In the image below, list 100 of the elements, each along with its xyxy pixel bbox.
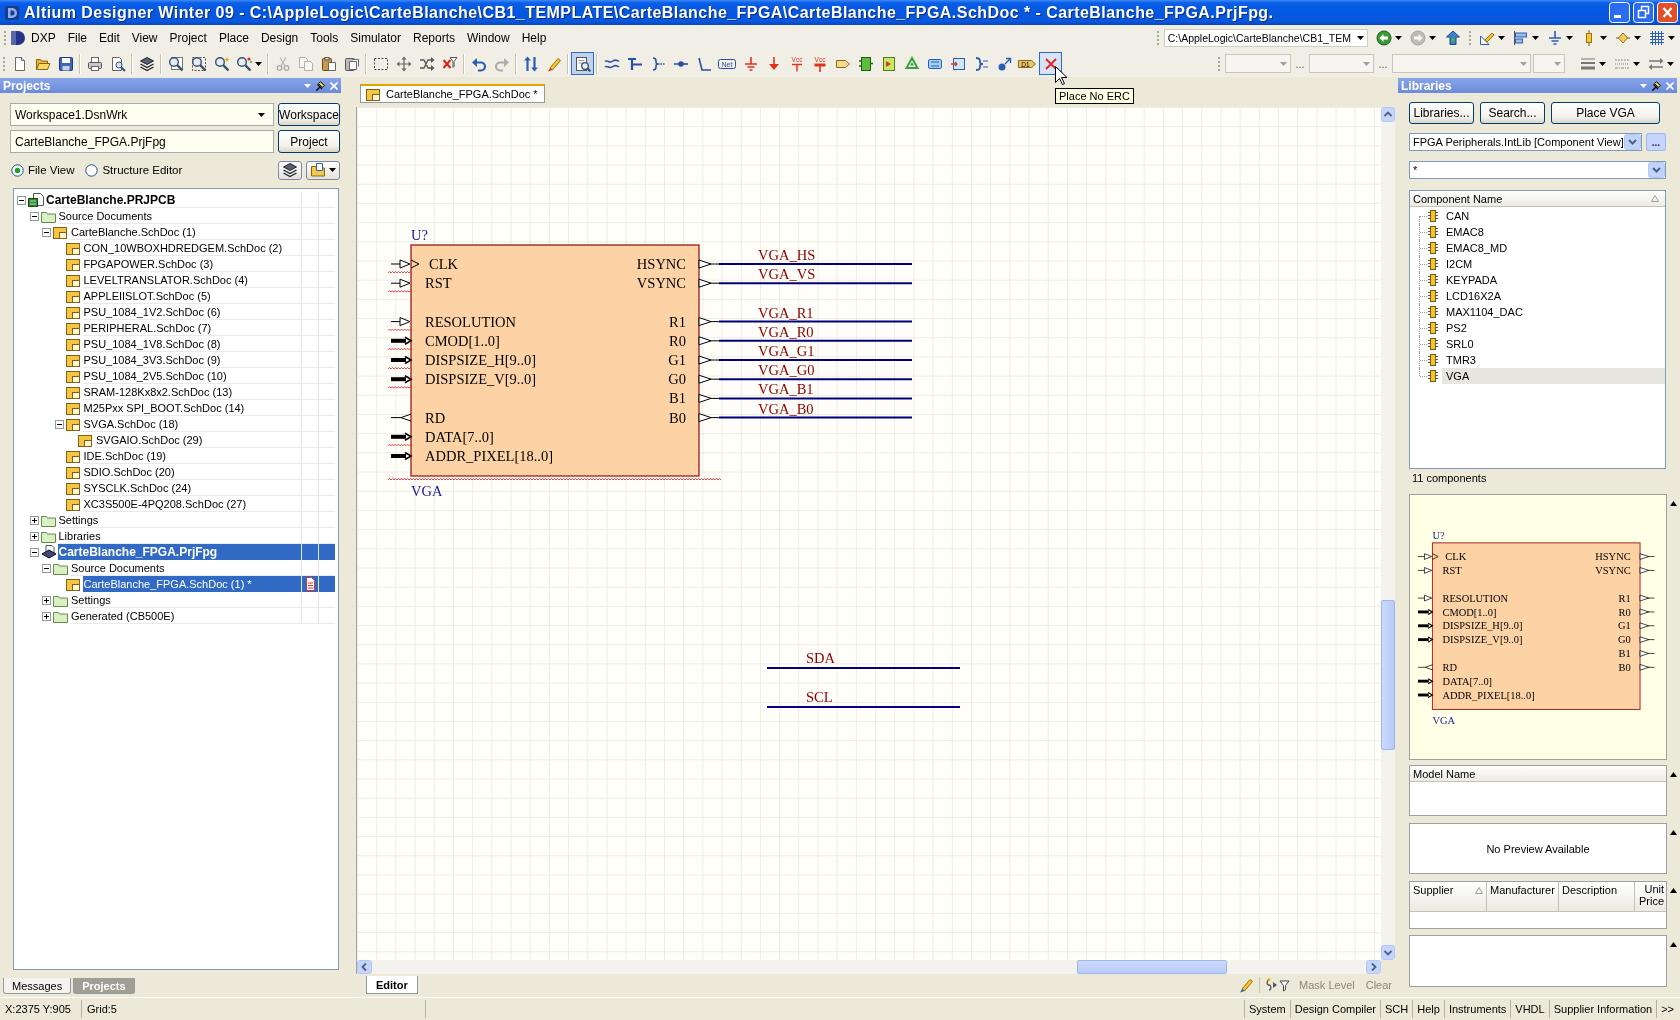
document-tab[interactable]: CarteBlanche_FPGA.SchDoc * xyxy=(360,84,545,103)
list-item[interactable]: PS2 xyxy=(1442,320,1665,336)
tree-item[interactable]: CarteBlanche_FPGA.SchDoc (1) * xyxy=(82,576,335,592)
tree-item[interactable]: PERIPHERAL.SchDoc (7) xyxy=(82,320,335,336)
menu-item[interactable]: File xyxy=(61,28,94,47)
menu-item[interactable]: Project xyxy=(163,28,213,47)
list-item[interactable]: CAN xyxy=(1442,208,1665,224)
minimize-icon[interactable] xyxy=(1609,2,1630,23)
tree-item[interactable]: SDIO.SchDoc (20) xyxy=(82,464,335,480)
menu-item[interactable]: Place xyxy=(212,28,255,47)
minus-box-icon[interactable] xyxy=(29,211,39,221)
tree-item[interactable]: Source Documents xyxy=(57,208,335,224)
plus-box-icon[interactable] xyxy=(29,515,39,525)
list-item[interactable]: TMR3 xyxy=(1442,352,1665,368)
plus-box-icon[interactable] xyxy=(29,531,39,541)
toolbar-button[interactable] xyxy=(571,52,594,75)
minus-box-icon[interactable] xyxy=(17,195,26,205)
menu-item[interactable]: Edit xyxy=(93,28,126,47)
grip-icon[interactable] xyxy=(1156,30,1159,45)
caret-icon[interactable] xyxy=(304,83,311,88)
column-header[interactable]: Model Name xyxy=(1410,766,1666,782)
caret-up-icon[interactable] xyxy=(1670,830,1677,835)
tree-item[interactable]: LEVELTRANSLATOR.SchDoc (4) xyxy=(82,272,335,288)
menu-item[interactable]: Tools xyxy=(304,28,345,47)
radio-option[interactable]: File View xyxy=(11,163,75,177)
panel-button[interactable]: VHDL xyxy=(1510,1000,1549,1018)
tree-item[interactable]: Settings xyxy=(70,592,335,608)
tree-item[interactable]: IDE.SchDoc (19) xyxy=(82,448,335,464)
close-icon[interactable] xyxy=(1666,81,1674,90)
restore-icon[interactable] xyxy=(1633,2,1654,23)
project-button[interactable]: Project xyxy=(278,130,340,153)
tree-item[interactable]: SRAM-128Kx8x2.SchDoc (13) xyxy=(82,384,335,400)
plus-box-icon[interactable] xyxy=(42,611,51,621)
caret-up-icon[interactable] xyxy=(1670,942,1677,947)
list-item[interactable]: EMAC8_MD xyxy=(1442,240,1665,256)
scroll-left-icon[interactable] xyxy=(357,960,372,974)
tree-item[interactable]: FPGAPOWER.SchDoc (3) xyxy=(82,256,335,272)
tree-item[interactable]: CarteBlanche.SchDoc (1) xyxy=(70,224,335,240)
panel-button[interactable]: Search... xyxy=(1480,102,1545,124)
tree-item[interactable]: PSU_1084_2V5.SchDoc (10) xyxy=(82,368,335,384)
toolbar-button[interactable] xyxy=(278,160,302,180)
tree-item[interactable]: PSU_1084_1V2.SchDoc (6) xyxy=(82,304,335,320)
radio-option[interactable]: Structure Editor xyxy=(85,163,183,177)
menu-item[interactable]: View xyxy=(125,28,164,47)
minus-box-icon[interactable] xyxy=(29,547,39,557)
scroll-up-icon[interactable] xyxy=(1381,107,1395,122)
project-field[interactable]: CarteBlanche_FPGA.PrjFpg xyxy=(10,130,274,153)
app-logo-icon[interactable] xyxy=(11,29,25,46)
list-item[interactable]: EMAC8 xyxy=(1442,224,1665,240)
panel-button[interactable]: Place VGA xyxy=(1551,102,1660,124)
pushpin-icon[interactable] xyxy=(316,80,325,91)
filter-combo[interactable]: * xyxy=(1409,161,1666,179)
caret-up-icon[interactable] xyxy=(1670,501,1677,506)
column-header[interactable]: Supplier xyxy=(1410,882,1487,911)
list-item[interactable]: I2CM xyxy=(1442,256,1665,272)
column-header[interactable]: Manufacturer xyxy=(1487,882,1559,911)
tree-item[interactable]: SVGAIO.SchDoc (29) xyxy=(95,432,335,448)
scrollbar-thumb[interactable] xyxy=(1076,960,1227,974)
scroll-right-icon[interactable] xyxy=(1366,960,1381,974)
tree-item[interactable]: M25Pxx SPI_BOOT.SchDoc (14) xyxy=(82,400,335,416)
caret-icon[interactable] xyxy=(1640,83,1647,88)
tree-item[interactable]: SYSCLK.SchDoc (24) xyxy=(82,480,335,496)
list-item[interactable]: LCD16X2A xyxy=(1442,288,1665,304)
tree-item[interactable]: CarteBlanche_FPGA.PrjFpg xyxy=(57,544,335,560)
tree-item[interactable]: PSU_1084_1V8.SchDoc (8) xyxy=(82,336,335,352)
caret-up-icon[interactable] xyxy=(1670,772,1677,777)
vertical-scrollbar[interactable] xyxy=(1381,107,1395,960)
list-item[interactable]: VGA xyxy=(1442,368,1665,384)
tree-item[interactable]: Generated (CB500E) xyxy=(70,608,335,624)
panel-tab[interactable]: Messages xyxy=(3,978,72,994)
tree-item[interactable]: XC3S500E-4PQ208.SchDoc (27) xyxy=(82,496,335,512)
library-combo[interactable]: FPGA Peripherals.IntLib [Component View] xyxy=(1409,133,1642,151)
app-icon[interactable] xyxy=(4,4,20,21)
panel-button[interactable]: Supplier Information xyxy=(1548,1000,1657,1018)
list-item[interactable]: SRL0 xyxy=(1442,336,1665,352)
filter-icon[interactable] xyxy=(1265,977,1292,993)
panel-button[interactable]: Design Compiler xyxy=(1289,1000,1380,1018)
tree-item[interactable]: APPLEIISLOT.SchDoc (5) xyxy=(82,288,335,304)
close-icon[interactable] xyxy=(330,81,338,90)
panel-button[interactable]: System xyxy=(1244,1000,1290,1018)
editor-tab[interactable]: Editor xyxy=(366,976,418,994)
panel-button[interactable]: Instruments xyxy=(1443,1000,1511,1018)
scroll-down-icon[interactable] xyxy=(1381,945,1395,960)
menu-item[interactable]: Design xyxy=(254,28,305,47)
menu-item[interactable]: Reports xyxy=(406,28,461,47)
path-combo[interactable]: C:\AppleLogic\CarteBlanche\CB1_TEM xyxy=(1163,28,1368,47)
menu-item[interactable]: Help xyxy=(515,28,553,47)
horizontal-scrollbar[interactable] xyxy=(356,960,1381,974)
menu-item[interactable]: Simulator xyxy=(344,28,407,47)
column-header[interactable]: Unit Price xyxy=(1635,882,1666,911)
pen-icon[interactable] xyxy=(1238,977,1255,993)
list-item[interactable]: KEYPADA xyxy=(1442,272,1665,288)
workspace-button[interactable]: Workspace xyxy=(278,103,340,126)
column-header[interactable]: Component Name xyxy=(1410,191,1665,207)
tree-item[interactable]: CarteBlanche.PRJPCB xyxy=(45,192,335,208)
panel-button[interactable]: Help xyxy=(1412,1000,1444,1018)
caret-up-icon[interactable] xyxy=(1670,888,1677,893)
tree-item[interactable]: Settings xyxy=(57,512,335,528)
panel-button[interactable]: Libraries... xyxy=(1409,102,1474,124)
toolbar-button[interactable] xyxy=(306,160,340,180)
